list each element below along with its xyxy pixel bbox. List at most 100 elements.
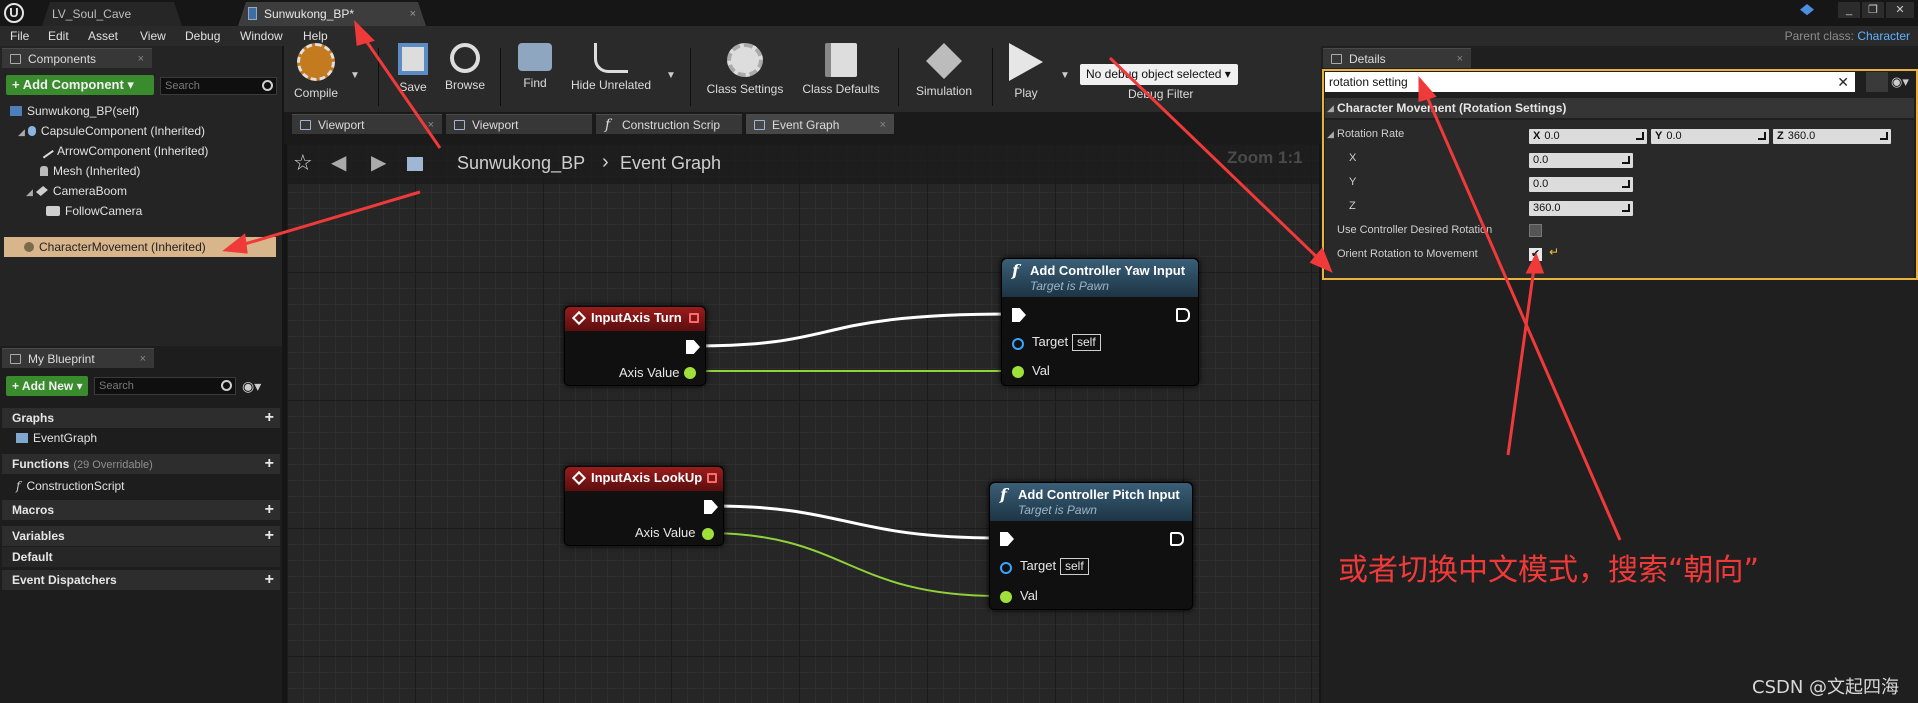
close-icon[interactable]: ×: [138, 49, 144, 69]
property-matrix-icon[interactable]: [1866, 72, 1888, 92]
tree-item-charactermovement[interactable]: CharacterMovement (Inherited): [4, 237, 276, 257]
close-window-icon[interactable]: ✕: [1886, 2, 1914, 18]
save-button[interactable]: Save: [388, 40, 438, 108]
exec-input-pin[interactable]: [1012, 308, 1026, 322]
section-event-dispatchers[interactable]: Event Dispatchers +: [2, 570, 280, 590]
target-pin[interactable]: [1012, 338, 1024, 350]
close-icon[interactable]: ×: [880, 115, 886, 135]
clear-search-icon[interactable]: ✕: [1837, 72, 1849, 92]
event-graph-canvas[interactable]: ☆ ◀ ▶ Sunwukong_BP › Event Graph Zoom 1:…: [287, 144, 1319, 703]
target-self-value[interactable]: self: [1072, 334, 1101, 351]
menu-debug[interactable]: Debug: [185, 26, 220, 46]
add-component-button[interactable]: + Add Component ▾: [6, 75, 154, 95]
details-search-input[interactable]: rotation setting ✕: [1325, 72, 1855, 92]
menu-edit[interactable]: Edit: [48, 26, 69, 46]
tab-construction-script[interactable]: f Construction Scrip: [596, 114, 742, 134]
tree-item-arrow[interactable]: ArrowComponent (Inherited): [4, 141, 280, 161]
components-search-input[interactable]: Search: [160, 77, 277, 95]
z-field[interactable]: 360.0: [1529, 201, 1633, 216]
play-button[interactable]: Play: [998, 40, 1054, 108]
exec-output-pin[interactable]: [1170, 532, 1184, 546]
target-self-value[interactable]: self: [1060, 558, 1089, 575]
category-header-character-movement[interactable]: ◢ Character Movement (Rotation Settings): [1325, 98, 1914, 118]
minimize-icon[interactable]: _: [1838, 2, 1860, 18]
parent-class-link[interactable]: Character: [1857, 29, 1910, 43]
debug-object-select[interactable]: No debug object selected ▾: [1080, 64, 1238, 85]
use-controller-desired-rotation-checkbox[interactable]: [1529, 224, 1542, 237]
add-dispatcher-icon[interactable]: +: [265, 570, 274, 590]
visibility-eye-icon[interactable]: ◉▾: [242, 378, 270, 394]
section-functions[interactable]: Functions (29 Overridable) +: [2, 454, 280, 474]
y-field[interactable]: 0.0: [1529, 177, 1633, 192]
node-add-controller-pitch-input[interactable]: f Add Controller Pitch Input Target is P…: [989, 482, 1193, 610]
graduation-cap-icon[interactable]: [1800, 4, 1814, 16]
rotation-rate-z-field[interactable]: Z 360.0: [1773, 129, 1891, 144]
hide-unrelated-button[interactable]: Hide Unrelated: [566, 40, 656, 108]
find-button[interactable]: Find: [512, 40, 558, 108]
x-field[interactable]: 0.0: [1529, 153, 1633, 168]
compile-options-chevron-icon[interactable]: ▼: [350, 70, 360, 81]
add-new-button[interactable]: + Add New ▾: [6, 376, 88, 396]
rotation-rate-y-field[interactable]: Y 0.0: [1651, 129, 1769, 144]
tab-lv-soul-cave[interactable]: LV_Soul_Cave: [42, 2, 182, 26]
tree-item-self[interactable]: Sunwukong_BP(self): [4, 101, 280, 121]
item-eventgraph[interactable]: EventGraph: [2, 428, 280, 448]
tab-sunwukong-bp[interactable]: Sunwukong_BP* ×: [238, 2, 426, 26]
tree-item-capsule[interactable]: ◢ CapsuleComponent (Inherited): [4, 121, 280, 141]
close-icon[interactable]: ×: [410, 2, 416, 26]
browse-button[interactable]: Browse: [440, 40, 490, 108]
axis-value-pin[interactable]: [684, 367, 696, 379]
val-pin[interactable]: [1000, 591, 1012, 603]
compile-button[interactable]: Compile: [288, 40, 344, 108]
components-tab[interactable]: Components ×: [2, 48, 152, 68]
orient-rotation-to-movement-checkbox[interactable]: ✔: [1529, 248, 1542, 261]
class-settings-button[interactable]: Class Settings: [700, 40, 790, 108]
close-icon[interactable]: ×: [428, 115, 434, 135]
rotation-rate-row[interactable]: ◢ Rotation Rate: [1327, 124, 1404, 144]
my-blueprint-search-input[interactable]: Search: [94, 377, 236, 395]
add-variable-icon[interactable]: +: [265, 526, 274, 546]
val-pin[interactable]: [1012, 366, 1024, 378]
axis-value-pin[interactable]: [702, 528, 714, 540]
target-pin[interactable]: [1000, 562, 1012, 574]
menu-file[interactable]: File: [10, 26, 29, 46]
close-icon[interactable]: ×: [140, 349, 146, 369]
class-defaults-button[interactable]: Class Defaults: [796, 40, 886, 108]
add-macro-icon[interactable]: +: [265, 500, 274, 520]
close-icon[interactable]: ×: [1457, 49, 1463, 69]
tab-viewport-1[interactable]: Viewport ×: [292, 114, 442, 134]
details-tab[interactable]: Details ×: [1323, 48, 1471, 68]
tree-item-mesh[interactable]: Mesh (Inherited): [4, 161, 280, 181]
add-graph-icon[interactable]: +: [265, 408, 274, 428]
exec-input-pin[interactable]: [1000, 532, 1014, 546]
node-inputaxis-turn[interactable]: InputAxis Turn Axis Value: [564, 306, 706, 386]
my-blueprint-tab[interactable]: My Blueprint ×: [2, 348, 154, 368]
exec-output-pin[interactable]: [686, 340, 700, 354]
section-graphs[interactable]: Graphs +: [2, 408, 280, 428]
node-add-controller-yaw-input[interactable]: f Add Controller Yaw Input Target is Paw…: [1001, 258, 1199, 386]
menu-view[interactable]: View: [140, 26, 166, 46]
play-options-chevron-icon[interactable]: ▼: [1060, 70, 1070, 81]
tree-item-followcamera[interactable]: FollowCamera: [4, 201, 280, 221]
event-delegate-pin-icon[interactable]: [707, 473, 717, 483]
exec-output-pin[interactable]: [704, 500, 718, 514]
tree-item-cameraboom[interactable]: ◢ CameraBoom: [4, 181, 280, 201]
exec-output-pin[interactable]: [1176, 308, 1190, 322]
add-function-icon[interactable]: +: [265, 454, 274, 474]
simulation-button[interactable]: Simulation: [906, 40, 982, 108]
section-variables[interactable]: Variables +: [2, 526, 280, 546]
reset-to-default-icon[interactable]: ↵: [1549, 245, 1559, 259]
tab-event-graph[interactable]: Event Graph ×: [746, 114, 894, 134]
hide-unrelated-options-chevron-icon[interactable]: ▼: [666, 70, 676, 81]
rotation-rate-x-field[interactable]: X 0.0: [1529, 129, 1647, 144]
node-inputaxis-lookup[interactable]: InputAxis LookUp Axis Value: [564, 466, 724, 546]
section-default[interactable]: Default: [2, 547, 280, 567]
menu-asset[interactable]: Asset: [88, 26, 118, 46]
restore-icon[interactable]: ❐: [1862, 2, 1884, 18]
event-delegate-pin-icon[interactable]: [689, 313, 699, 323]
visibility-eye-icon[interactable]: ◉▾: [1891, 74, 1909, 90]
section-macros[interactable]: Macros +: [2, 500, 280, 520]
item-constructionscript[interactable]: f ConstructionScript: [2, 476, 280, 496]
tab-viewport-2[interactable]: Viewport: [446, 114, 592, 134]
menu-window[interactable]: Window: [240, 26, 283, 46]
